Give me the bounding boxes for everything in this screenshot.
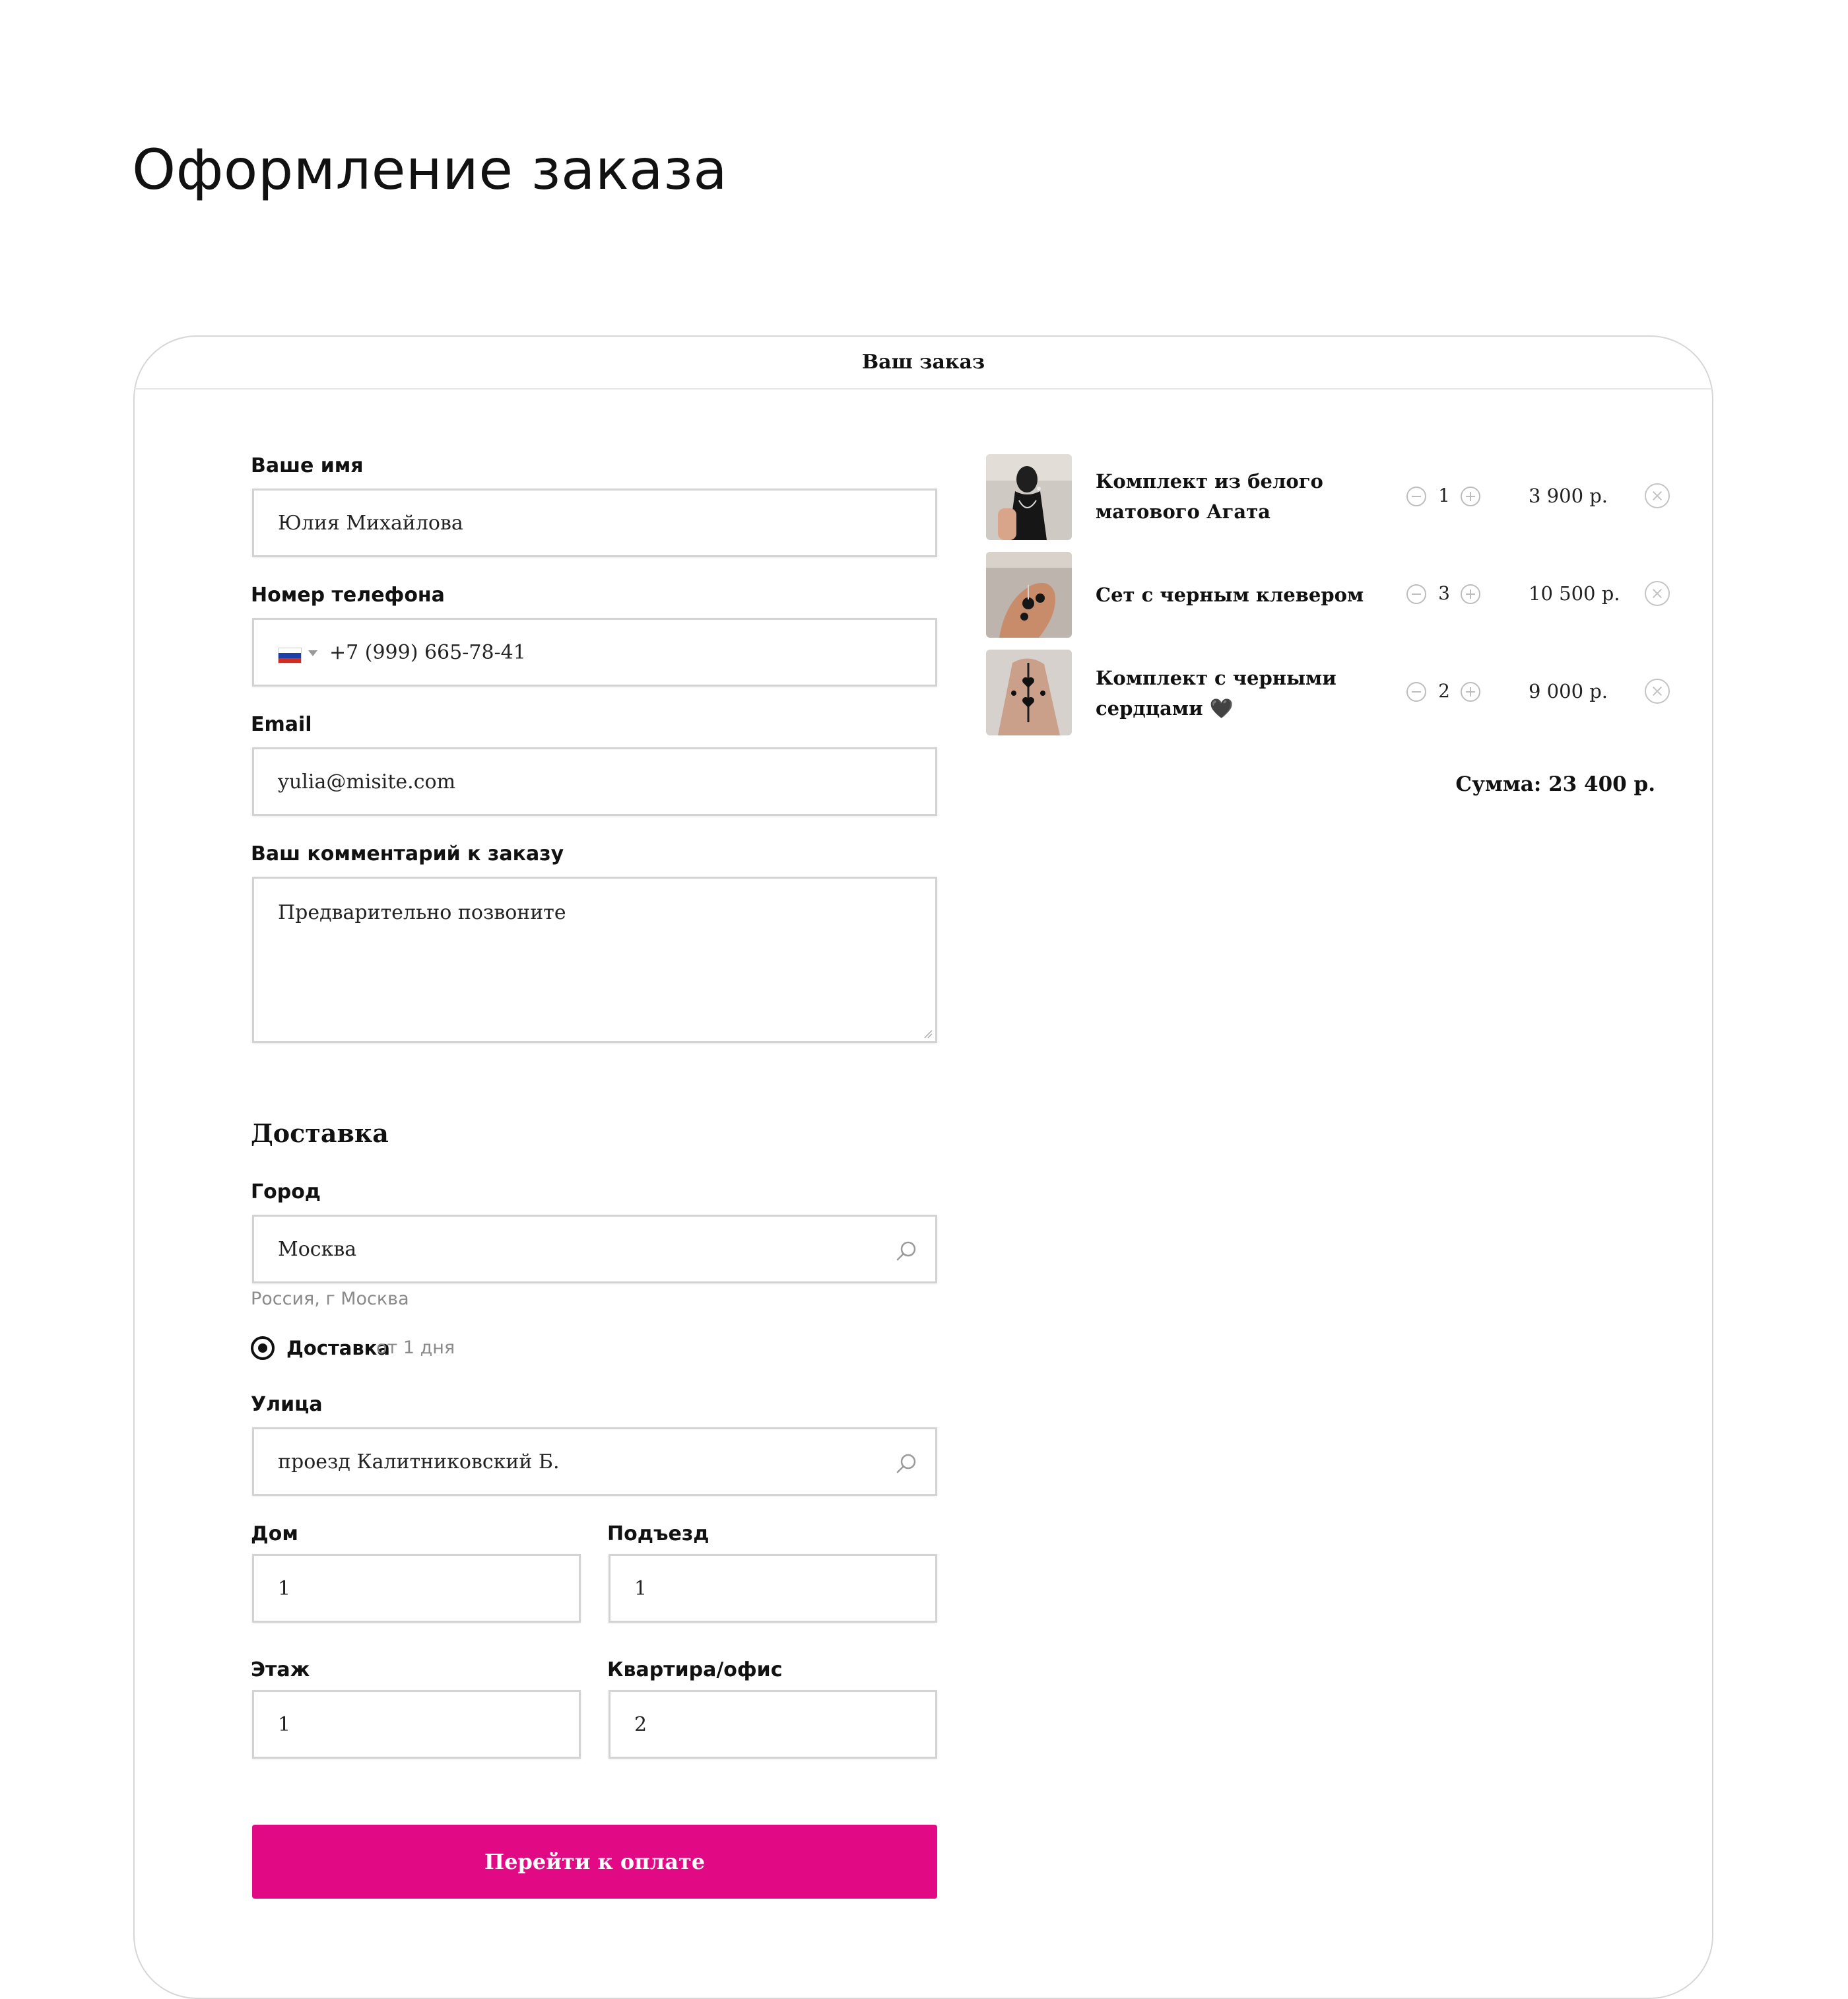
order-total: Сумма: 23 400 р.: [1455, 772, 1655, 796]
house-label: Дом: [251, 1522, 298, 1545]
cart-item-name: Комплект из белого матового Агата: [1096, 470, 1323, 523]
close-icon[interactable]: [1645, 581, 1670, 606]
search-icon[interactable]: [894, 1452, 918, 1475]
radio-selected-dot: [258, 1343, 267, 1353]
name-value: Юлия Михайлова: [278, 511, 463, 535]
close-icon[interactable]: [1645, 679, 1670, 704]
proceed-to-payment-button[interactable]: Перейти к оплате: [252, 1825, 937, 1899]
comment-textarea[interactable]: Предварительно позвоните: [252, 877, 937, 1043]
entrance-value: 1: [634, 1576, 647, 1600]
comment-label: Ваш комментарий к заказу: [251, 842, 564, 865]
cart-item-name: Комплект с черными сердцами 🖤: [1096, 667, 1336, 720]
floor-field[interactable]: 1: [252, 1690, 581, 1759]
product-thumbnail[interactable]: [986, 650, 1072, 735]
email-field[interactable]: yulia@misite.com: [252, 747, 937, 816]
floor-value: 1: [278, 1712, 291, 1736]
chevron-down-icon[interactable]: [308, 650, 317, 656]
cart-item-price: 3 900 р.: [1529, 485, 1608, 507]
order-card-header: Ваш заказ: [135, 337, 1712, 390]
cart-item-price: 10 500 р.: [1529, 582, 1620, 605]
minus-icon[interactable]: [1406, 487, 1426, 506]
delivery-method-label[interactable]: Доставка: [286, 1336, 390, 1360]
product-thumbnail[interactable]: [986, 552, 1072, 638]
entrance-label: Подъезд: [607, 1522, 710, 1545]
city-hint: Россия, г Москва: [251, 1289, 409, 1309]
product-thumbnail[interactable]: [986, 454, 1072, 540]
city-field[interactable]: Москва: [252, 1215, 937, 1283]
street-value: проезд Калитниковский Б.: [278, 1450, 560, 1474]
apartment-label: Квартира/офис: [607, 1658, 783, 1681]
street-label: Улица: [251, 1393, 323, 1416]
street-field[interactable]: проезд Калитниковский Б.: [252, 1427, 937, 1496]
search-icon[interactable]: [894, 1239, 918, 1263]
house-field[interactable]: 1: [252, 1554, 581, 1623]
cart-item-qty: 3: [1438, 582, 1450, 604]
flag-ru-icon[interactable]: [278, 648, 302, 663]
city-label: Город: [251, 1180, 321, 1203]
plus-icon[interactable]: [1461, 487, 1480, 506]
plus-icon[interactable]: [1461, 682, 1480, 702]
delivery-section-title: Доставка: [251, 1118, 389, 1148]
cart-item-price: 9 000 р.: [1529, 680, 1608, 702]
minus-icon[interactable]: [1406, 682, 1426, 702]
close-icon[interactable]: [1645, 483, 1670, 508]
entrance-field[interactable]: 1: [609, 1554, 937, 1623]
delivery-method-sub: от 1 дня: [376, 1338, 455, 1358]
plus-icon[interactable]: [1461, 584, 1480, 604]
cart-item-qty: 1: [1438, 485, 1450, 506]
phone-value: +7 (999) 665-78-41: [329, 640, 526, 664]
page-title: Оформление заказа: [132, 137, 728, 202]
floor-label: Этаж: [251, 1658, 310, 1681]
city-value: Москва: [278, 1237, 357, 1261]
phone-label: Номер телефона: [251, 584, 445, 607]
minus-icon[interactable]: [1406, 584, 1426, 604]
resize-grip-icon[interactable]: [923, 1029, 933, 1038]
cart-item-qty: 2: [1438, 680, 1450, 702]
phone-field[interactable]: +7 (999) 665-78-41: [252, 618, 937, 687]
apartment-field[interactable]: 2: [609, 1690, 937, 1759]
name-field[interactable]: Юлия Михайлова: [252, 489, 937, 557]
house-value: 1: [278, 1576, 291, 1600]
apartment-value: 2: [634, 1712, 647, 1736]
email-label: Email: [251, 713, 312, 736]
delivery-radio[interactable]: [251, 1336, 275, 1360]
cart-item-name: Сет с черным клевером: [1096, 584, 1364, 606]
comment-value: Предварительно позвоните: [278, 901, 566, 924]
email-value: yulia@misite.com: [278, 770, 456, 794]
name-label: Ваше имя: [251, 454, 364, 477]
